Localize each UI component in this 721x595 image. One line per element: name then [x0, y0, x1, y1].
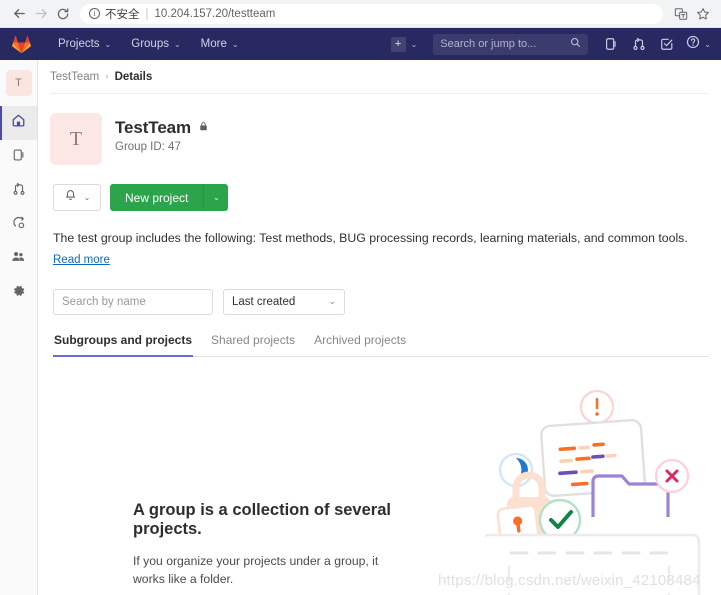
new-project-dropdown-toggle[interactable]: ⌄ — [203, 184, 228, 211]
help-icon — [686, 35, 700, 54]
nav-item-more[interactable]: More ⌄ — [191, 28, 249, 60]
chevron-down-icon: ⌄ — [410, 39, 418, 49]
search-by-name-input[interactable]: Search by name — [53, 288, 213, 315]
breadcrumb-root[interactable]: TestTeam — [50, 71, 99, 83]
browser-toolbar: i 不安全 | 10.204.157.20/testteam — [0, 0, 721, 28]
nav-item-groups-label: Groups — [131, 38, 169, 50]
address-bar[interactable]: i 不安全 | 10.204.157.20/testteam — [80, 3, 663, 24]
search-placeholder: Search or jump to... — [440, 38, 537, 50]
filter-row: Search by name Last created ⌄ — [53, 288, 709, 315]
omnibox-separator: | — [145, 7, 149, 20]
group-empty-state-illustration — [481, 385, 705, 595]
reload-icon[interactable] — [52, 3, 74, 25]
group-title-row: TestTeam — [115, 118, 209, 138]
chevron-down-icon: ⌄ — [173, 39, 181, 49]
bell-icon — [64, 189, 77, 207]
search-icon — [570, 35, 581, 53]
group-header: T TestTeam Group ID: 47 — [50, 94, 709, 165]
main-content: TestTeam › Details T TestTeam Group ID: … — [38, 60, 721, 595]
plus-icon: + — [390, 36, 406, 52]
group-meta: TestTeam Group ID: 47 — [115, 113, 209, 165]
gear-icon — [12, 284, 26, 303]
nav-item-projects[interactable]: Projects ⌄ — [48, 28, 121, 60]
merge-requests-icon — [12, 182, 26, 201]
tab-archived-projects[interactable]: Archived projects — [313, 327, 407, 357]
chevron-down-icon: ⌄ — [231, 39, 239, 49]
chevron-down-icon: ⌄ — [328, 296, 336, 306]
sidebar-item-ci-cd[interactable] — [0, 208, 37, 242]
translate-icon[interactable] — [671, 4, 691, 24]
chevron-down-icon: ⌄ — [213, 193, 220, 202]
sidebar-item-merge-requests[interactable] — [0, 174, 37, 208]
back-arrow-icon[interactable] — [8, 3, 30, 25]
navbar-links: Projects ⌄ Groups ⌄ More ⌄ — [48, 28, 249, 60]
tab-subgroups-and-projects[interactable]: Subgroups and projects — [53, 327, 194, 357]
nav-item-more-label: More — [200, 38, 227, 50]
avatar: T — [5, 70, 32, 96]
cicd-icon — [12, 216, 26, 235]
gitlab-navbar: Projects ⌄ Groups ⌄ More ⌄ + ⌄ Search or… — [0, 28, 721, 60]
sort-select-value: Last created — [232, 295, 296, 308]
gitlab-logo-icon[interactable] — [4, 35, 38, 54]
breadcrumb: TestTeam › Details — [50, 60, 709, 94]
issues-icon — [12, 148, 26, 167]
read-more-link[interactable]: Read more — [53, 252, 709, 269]
group-description-text: The test group includes the following: T… — [53, 231, 688, 245]
sidebar-item-members[interactable] — [0, 242, 37, 276]
group-avatar: T — [50, 113, 102, 165]
group-description: The test group includes the following: T… — [53, 230, 709, 269]
search-input[interactable]: Search or jump to... — [433, 33, 589, 55]
lock-icon — [198, 119, 209, 137]
group-id-label: Group ID: 47 — [115, 141, 181, 153]
breadcrumb-separator: › — [105, 71, 109, 82]
issues-icon[interactable] — [598, 28, 624, 60]
star-icon[interactable] — [693, 4, 713, 24]
empty-state-text: A group is a collection of several proje… — [50, 409, 395, 595]
empty-state-title: A group is a collection of several proje… — [133, 500, 391, 538]
navbar-right: + ⌄ Search or jump to... ⌄ — [385, 28, 721, 60]
forward-arrow-icon[interactable] — [30, 3, 52, 25]
todos-icon[interactable] — [654, 28, 680, 60]
merge-requests-icon[interactable] — [626, 28, 652, 60]
empty-state-paragraph-1: If you organize your projects under a gr… — [133, 553, 379, 586]
search-by-name-placeholder: Search by name — [62, 295, 146, 308]
nav-item-projects-label: Projects — [58, 38, 100, 50]
page-body: T TestTeam › Details T TestTeam Group ID… — [0, 60, 721, 595]
group-sidebar: T — [0, 60, 38, 595]
chevron-down-icon: ⌄ — [83, 193, 91, 202]
page-title: TestTeam — [115, 118, 192, 137]
help-button[interactable]: ⌄ — [682, 35, 715, 54]
nav-item-groups[interactable]: Groups ⌄ — [121, 28, 190, 60]
sidebar-group-avatar-row[interactable]: T — [0, 60, 37, 106]
url-text: 10.204.157.20/testteam — [154, 7, 276, 20]
members-icon — [11, 249, 26, 269]
sidebar-item-group-overview[interactable] — [0, 106, 37, 140]
group-actions: ⌄ New project ⌄ — [53, 184, 709, 211]
create-new-button[interactable]: + ⌄ — [385, 36, 424, 52]
empty-state: A group is a collection of several proje… — [50, 389, 709, 595]
notification-button[interactable]: ⌄ — [53, 184, 101, 211]
breadcrumb-current: Details — [114, 70, 153, 83]
new-project-label: New project — [125, 190, 189, 205]
security-label: 不安全 — [105, 8, 140, 21]
chevron-down-icon: ⌄ — [704, 39, 711, 49]
tab-bar: Subgroups and projects Shared projects A… — [53, 327, 709, 357]
sort-select[interactable]: Last created ⌄ — [223, 288, 345, 315]
chevron-down-icon: ⌄ — [104, 39, 112, 49]
home-icon — [11, 113, 26, 133]
info-icon: i — [89, 8, 100, 19]
sidebar-item-issues[interactable] — [0, 140, 37, 174]
tab-shared-projects[interactable]: Shared projects — [210, 327, 296, 357]
new-project-button[interactable]: New project ⌄ — [110, 184, 229, 211]
sidebar-item-settings[interactable] — [0, 276, 37, 310]
